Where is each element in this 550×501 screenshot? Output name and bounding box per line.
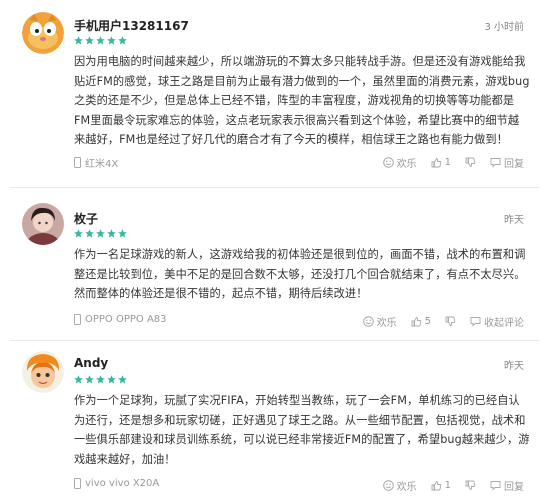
like-count: 1 [444,157,451,168]
content-line: 之类的还是不少，但是总体上已经不错，阵型的丰富程度，游戏视角的切换等等功能都是 [74,94,515,108]
reply-label: 回复 [504,159,524,170]
cartoon-boy-avatar-icon [22,351,64,393]
star-icon [74,375,83,384]
review-content: 因为用电脑的时间越来越少，所以端游玩的不算太多只能转战手游。但是还没有游戏能给我… [74,52,530,150]
review-actions: 欢乐 1 回复 [382,155,524,170]
collapse-comments-label: 收起评论 [484,318,524,329]
funny-label: 欢乐 [376,318,397,329]
reply-button[interactable]: 回复 [490,155,524,170]
phone-icon [74,478,81,489]
content-line: FM里面最令玩家难忘的体验，这点老玩家表示很高兴看到这个体验，希望比赛中的细节越 [74,113,520,127]
like-count: 5 [424,316,431,327]
star-icon [96,229,105,238]
funny-button[interactable]: 欢乐 [382,155,417,170]
username[interactable]: 手机用户13281167 [74,17,189,34]
avatar[interactable] [22,12,64,54]
star-icon [107,36,116,45]
smile-icon [362,316,374,327]
user-photo-avatar-icon [22,203,64,245]
collapse-comments-button[interactable]: 收起评论 [470,314,524,329]
thumbs-down-icon [465,157,476,167]
star-icon [118,229,127,238]
like-button[interactable]: 5 [411,316,431,327]
device-name: vivo vivo X20A [85,478,160,489]
phone-icon [74,314,81,325]
like-count: 1 [444,480,451,491]
content-line: 然而整体的体验还是很不错的，起点不错，期待后续改进！ [74,287,368,301]
phone-icon [74,157,81,168]
content-line: 贴近FM的感觉，球王之路是目前为止最有潜力做到的一个，虽然里面的消费元素，游戏b… [74,74,530,88]
divider [10,187,540,188]
review-footer: vivo vivo X20A 欢乐 1 回复 [74,478,524,494]
device-name: 红米4X [85,159,119,170]
username[interactable]: Andy [74,356,108,370]
thumbs-up-icon [431,158,441,168]
smile-icon [382,157,394,168]
dislike-button[interactable] [445,316,456,327]
content-line: 一些俱乐部建设和球员训练系统，可以说已经非常接近FM的配置了，希望bug越来越少… [74,433,530,447]
thumbs-up-icon [431,481,441,491]
content-line: 为还行，还是想多和玩家切磋，正好遇见了球王之路。从一些细节配置，包括视觉，战术和 [74,413,526,427]
dislike-button[interactable] [465,480,476,491]
device-name: OPPO OPPO A83 [85,314,167,325]
review-footer: 红米4X 欢乐 1 回复 [74,155,524,171]
star-icon [107,229,116,238]
thumbs-up-icon [411,317,421,327]
review-time: 昨天 [504,361,524,372]
star-icon [96,36,105,45]
review-time: 昨天 [504,215,524,226]
funny-button[interactable]: 欢乐 [382,478,417,493]
reply-label: 回复 [504,482,524,493]
review-actions: 欢乐 1 回复 [382,478,524,493]
content-line: 来越好，FM也是经过了好几代的磨合才有了今天的模样，相信球王之路也有能力做到！ [74,133,508,147]
star-rating [74,375,127,385]
review-footer: OPPO OPPO A83 欢乐 5 收起评论 [74,314,524,330]
device-info: OPPO OPPO A83 [74,314,167,325]
comment-icon [470,317,481,327]
star-icon [85,36,94,45]
content-line: 因为用电脑的时间越来越少，所以端游玩的不算太多只能转战手游。但是还没有游戏能给我 [74,55,526,68]
dislike-button[interactable] [465,157,476,168]
star-icon [74,229,83,238]
avatar[interactable] [22,351,64,393]
star-icon [118,375,127,384]
comment-icon [490,158,501,168]
content-line: 作为一名足球游戏的新人，这游戏给我的初体验还是很到位的，画面不错，战术的布置和调 [74,248,526,261]
reply-button[interactable]: 回复 [490,478,524,493]
star-icon [74,36,83,45]
avatar[interactable] [22,203,64,245]
star-icon [85,375,94,384]
star-icon [118,36,127,45]
content-line: 整还是比较到位，美中不足的是回合数不太够，还没打几个回合就结束了，有点不太尽兴。 [74,267,526,281]
thumbs-down-icon [445,316,456,326]
funny-label: 欢乐 [396,159,417,170]
device-info: vivo vivo X20A [74,478,159,489]
star-rating [74,229,127,239]
divider [10,340,540,341]
like-button[interactable]: 1 [431,157,451,168]
star-rating [74,36,127,46]
thumbs-down-icon [465,480,476,490]
star-icon [107,375,116,384]
funny-button[interactable]: 欢乐 [362,314,397,329]
comment-icon [490,481,501,491]
garfield-avatar-icon [22,12,64,54]
like-button[interactable]: 1 [431,480,451,491]
content-line: 戏越来越好，加油！ [74,452,176,466]
review-time: 3 小时前 [484,22,524,33]
review-content: 作为一个足球狗，玩腻了实况FIFA，开始转型当教练，玩了一会FM，单机练习的已经… [74,391,530,469]
device-info: 红米4X [74,155,118,170]
review-content: 作为一名足球游戏的新人，这游戏给我的初体验还是很到位的，画面不错，战术的布置和调… [74,245,526,304]
star-icon [85,229,94,238]
content-line: 作为一个足球狗，玩腻了实况FIFA，开始转型当教练，玩了一会FM，单机练习的已经… [74,394,520,407]
smile-icon [382,480,394,491]
username[interactable]: 枚子 [74,210,98,227]
funny-label: 欢乐 [396,482,417,493]
star-icon [96,375,105,384]
review-actions: 欢乐 5 收起评论 [362,314,524,329]
